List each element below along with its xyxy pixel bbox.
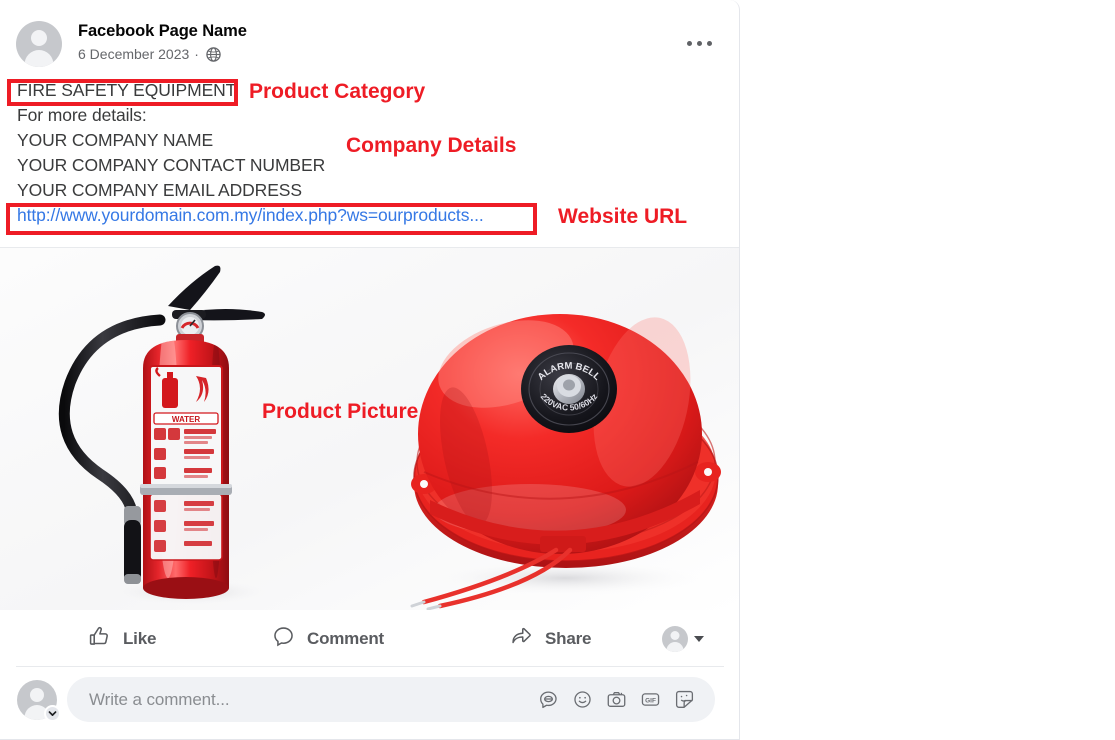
avatar-head <box>31 30 47 46</box>
meta-separator: · <box>194 46 199 62</box>
share-arrow-icon <box>510 625 533 653</box>
screenshot-root: Facebook Page Name 6 December 2023 · FIR… <box>0 0 1115 740</box>
smiley-icon[interactable] <box>572 689 593 710</box>
post-header: Facebook Page Name 6 December 2023 · <box>0 0 739 78</box>
chevron-down-icon <box>48 711 57 716</box>
avatar-icon <box>662 626 688 652</box>
page-avatar[interactable] <box>16 21 62 67</box>
composer-icon-row: GIF <box>538 689 695 710</box>
annotation-label-website-url: Website URL <box>558 205 688 228</box>
gif-icon[interactable]: GIF <box>640 689 661 710</box>
facebook-post-card: Facebook Page Name 6 December 2023 · FIR… <box>0 0 740 740</box>
annotation-label-product-category: Product Category <box>249 80 426 103</box>
chevron-down-icon <box>694 636 704 642</box>
post-meta: 6 December 2023 · <box>78 46 221 62</box>
share-label: Share <box>545 629 592 648</box>
comment-button[interactable]: Comment <box>272 625 384 653</box>
ellipsis-icon-dot <box>706 40 712 46</box>
current-user-avatar[interactable] <box>17 680 61 722</box>
avatar-switch-badge[interactable] <box>44 705 61 722</box>
post-date[interactable]: 6 December 2023 <box>78 46 189 62</box>
thumbs-up-icon <box>88 625 111 653</box>
avatar-icon <box>16 21 62 67</box>
post-text-line: For more details: <box>17 105 147 125</box>
sticker-icon[interactable] <box>674 689 695 710</box>
ellipsis-icon-dot <box>686 40 692 46</box>
avatar-head <box>670 631 680 640</box>
share-button[interactable]: Share <box>510 625 591 653</box>
comment-input-placeholder[interactable]: Write a comment... <box>89 690 230 710</box>
avatar-body <box>666 642 684 652</box>
post-options-button[interactable] <box>680 30 718 56</box>
share-audience-selector[interactable] <box>662 626 704 652</box>
post-media-image[interactable]: WATER ALARM BELL 220VAC 50/60Hz <box>0 248 739 610</box>
comment-label: Comment <box>307 629 384 648</box>
comment-bubble-icon <box>272 625 295 653</box>
post-text-line: YOUR COMPANY EMAIL ADDRESS <box>17 180 302 200</box>
globe-icon[interactable] <box>206 46 221 62</box>
comment-input-wrapper[interactable]: Write a comment... GIF <box>67 677 715 722</box>
extinguisher-label-text: WATER <box>172 415 201 424</box>
comment-emoji-icon[interactable] <box>538 689 559 710</box>
post-action-bar: Like Comment Share <box>0 612 739 666</box>
page-title[interactable]: Facebook Page Name <box>78 22 247 41</box>
like-button[interactable]: Like <box>88 625 156 653</box>
avatar-body <box>24 50 54 67</box>
annotation-label-product-picture: Product Picture <box>262 400 419 423</box>
like-label: Like <box>123 629 157 648</box>
svg-text:GIF: GIF <box>645 697 656 704</box>
comment-composer: Write a comment... GIF <box>0 676 739 726</box>
avatar-head <box>30 688 44 702</box>
ellipsis-icon-dot <box>696 40 702 46</box>
annotation-label-company-details: Company Details <box>346 134 517 157</box>
camera-icon[interactable] <box>606 689 627 710</box>
divider <box>16 666 724 667</box>
